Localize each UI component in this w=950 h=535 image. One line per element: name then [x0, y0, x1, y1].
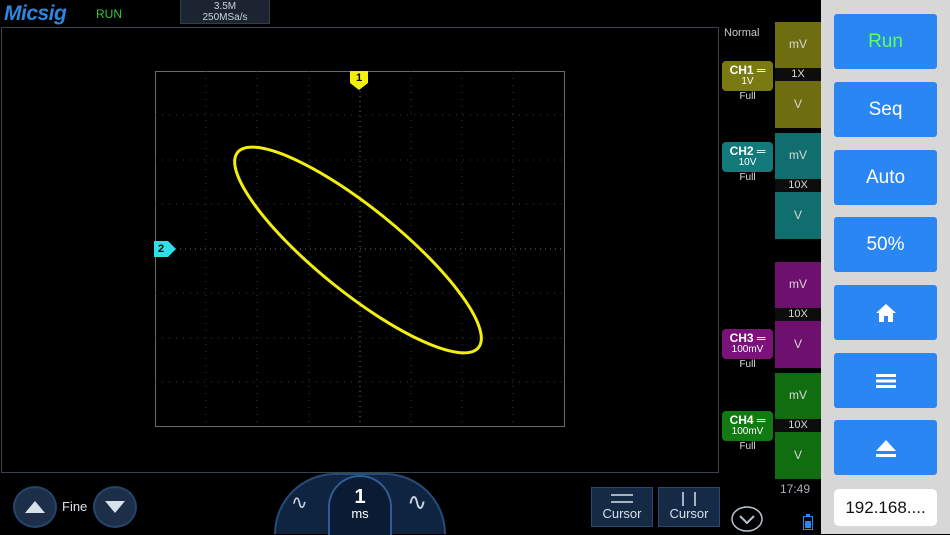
fine-up-button[interactable]	[13, 486, 57, 528]
memory-depth: 3.5M	[213, 1, 237, 12]
ip-address[interactable]: 192.168....	[834, 489, 937, 526]
ch1-scale-down[interactable]: V	[775, 97, 821, 111]
trigger-mode[interactable]: Normal	[724, 27, 759, 39]
battery-icon	[803, 514, 813, 530]
ch3-name: CH3	[729, 331, 754, 345]
ch1-label[interactable]: CH1 ═ 1V	[722, 61, 773, 91]
ch3-probe[interactable]: 10X	[775, 308, 821, 321]
chevron-down-icon[interactable]	[730, 505, 764, 533]
ch2-scale-up[interactable]: mV	[775, 148, 821, 162]
timebase-decrease-icon[interactable]: ∿	[291, 490, 308, 515]
vertical-cursor-button[interactable]: Cursor	[658, 487, 720, 527]
ch3-scale-up[interactable]: mV	[775, 277, 821, 291]
ch4-label[interactable]: CH4 ═ 100mV	[722, 411, 773, 441]
ch2-scale-down[interactable]: V	[775, 208, 821, 222]
ch2-scale-bar[interactable]: mV 10X V	[775, 133, 821, 239]
eject-icon	[875, 439, 896, 457]
ch4-scale: 100mV	[731, 426, 764, 437]
ch3-scale-down[interactable]: V	[775, 337, 821, 351]
ch1-name: CH1	[729, 63, 754, 77]
horizontal-cursor-icon	[611, 494, 633, 503]
lissajous-trace	[233, 145, 483, 355]
horizontal-cursor-button[interactable]: Cursor	[591, 487, 653, 527]
ch1-scale-up[interactable]: mV	[775, 37, 821, 51]
ch2-marker-label: 2	[157, 243, 165, 255]
xy-graticule	[155, 71, 565, 427]
eject-button[interactable]	[834, 420, 937, 475]
horizontal-cursor-label: Cursor	[602, 506, 642, 521]
home-button[interactable]	[834, 285, 937, 340]
ch4-scale-up[interactable]: mV	[775, 388, 821, 402]
ch4-scale-down[interactable]: V	[775, 448, 821, 462]
home-icon	[875, 303, 896, 322]
fine-label: Fine	[62, 499, 88, 514]
ch3-scale-bar[interactable]: mV 10X V	[775, 262, 821, 368]
ch4-coupling: Full	[739, 441, 756, 452]
ch1-scale-bar[interactable]: mV 1X V	[775, 22, 821, 128]
fine-down-button[interactable]	[93, 486, 137, 528]
clock: 17:49	[780, 482, 811, 496]
ch1-marker-label: 1	[355, 72, 363, 84]
acquisition-info[interactable]: 3.5M 250MSa/s	[180, 0, 270, 24]
auto-button[interactable]: Auto	[834, 150, 937, 205]
ch3-coupling: Full	[739, 359, 756, 370]
triangle-up-icon	[25, 501, 45, 513]
ch1-coupling: Full	[739, 91, 756, 102]
run-status-label: RUN	[96, 7, 122, 21]
ch2-scale: 10V	[738, 157, 757, 168]
sample-rate: 250MSa/s	[202, 12, 248, 23]
menu-button[interactable]	[834, 353, 937, 408]
fifty-percent-button[interactable]: 50%	[834, 217, 937, 272]
ch4-probe[interactable]: 10X	[775, 419, 821, 432]
ch2-probe[interactable]: 10X	[775, 179, 821, 192]
vertical-cursor-icon	[682, 492, 696, 506]
ch3-scale: 100mV	[731, 344, 764, 355]
micsig-logo: Micsig	[4, 2, 67, 25]
menu-icon	[875, 373, 896, 388]
triangle-down-icon	[105, 501, 125, 513]
run-button[interactable]: Run	[834, 14, 937, 69]
ch4-name: CH4	[729, 413, 754, 427]
timebase-value: 1	[354, 486, 366, 508]
ch2-coupling: Full	[739, 172, 756, 183]
ch1-probe[interactable]: 1X	[775, 68, 821, 81]
ch1-scale: 1V	[741, 76, 754, 87]
ch2-name: CH2	[729, 144, 754, 158]
ch3-label[interactable]: CH3 ═ 100mV	[722, 329, 773, 359]
ch2-label[interactable]: CH2 ═ 10V	[722, 142, 773, 172]
timebase-increase-icon[interactable]: ∿	[407, 488, 427, 517]
seq-button[interactable]: Seq	[834, 82, 937, 137]
timebase-unit: ms	[351, 506, 369, 521]
ch4-scale-bar[interactable]: mV 10X V	[775, 373, 821, 479]
vertical-cursor-label: Cursor	[669, 506, 709, 521]
